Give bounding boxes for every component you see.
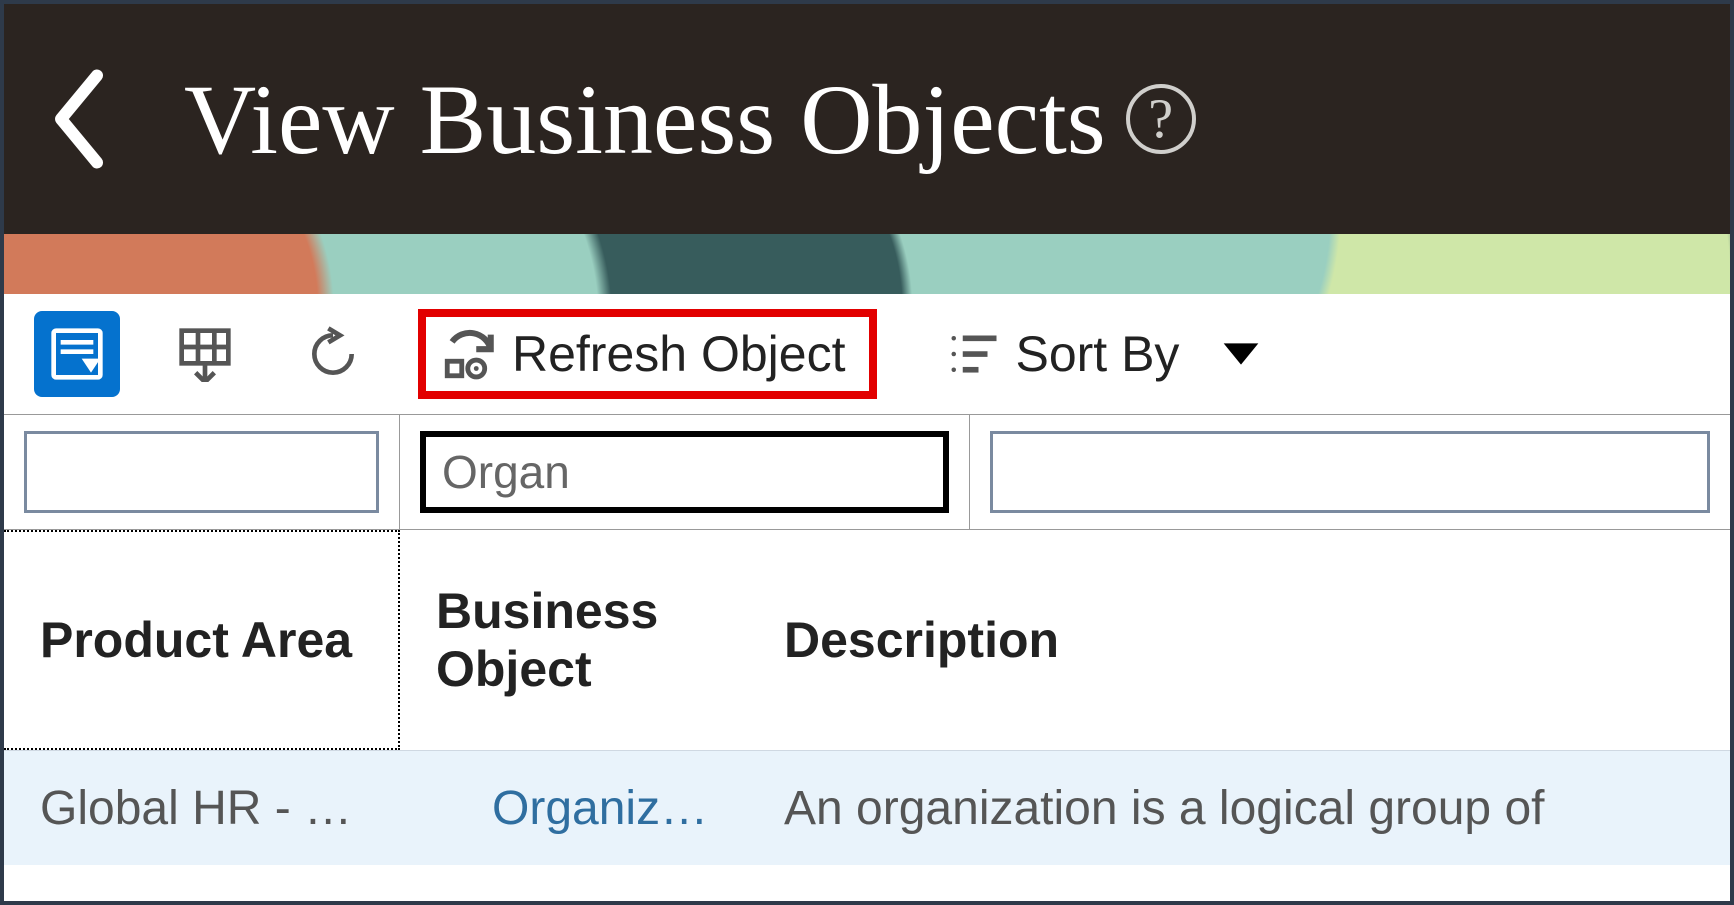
sort-by-button[interactable]: Sort By <box>937 319 1271 389</box>
page-header: View Business Objects ? <box>4 4 1730 234</box>
caret-down-icon <box>1221 340 1261 368</box>
filter-cell-business-object <box>400 415 970 529</box>
help-icon[interactable]: ? <box>1126 84 1196 154</box>
filter-form-icon <box>49 326 105 382</box>
toolbar: Refresh Object Sort By <box>4 294 1730 414</box>
filter-cell-product-area <box>4 415 400 529</box>
cell-description: An organization is a logical group of <box>748 781 1730 836</box>
description-filter-input[interactable] <box>990 431 1710 513</box>
query-by-example-button[interactable] <box>34 311 120 397</box>
back-button[interactable] <box>44 59 114 179</box>
page-title-text: View Business Objects <box>184 62 1106 177</box>
decorative-banner <box>4 234 1730 294</box>
refresh-object-icon <box>440 325 498 383</box>
grid-export-icon <box>177 326 233 382</box>
refresh-object-label: Refresh Object <box>512 325 845 383</box>
column-header-product-area[interactable]: Product Area <box>4 530 400 750</box>
page-title: View Business Objects ? <box>184 62 1196 177</box>
filter-cell-description <box>970 415 1730 529</box>
export-button[interactable] <box>162 311 248 397</box>
column-header-description[interactable]: Description <box>748 530 1730 750</box>
refresh-object-button[interactable]: Refresh Object <box>418 309 877 399</box>
column-header-business-object[interactable]: Business Object <box>400 530 748 750</box>
business-object-filter-input[interactable] <box>420 431 949 513</box>
product-area-filter-input[interactable] <box>24 431 379 513</box>
table-header-row: Product Area Business Object Description <box>4 530 1730 750</box>
sort-icon <box>947 327 1001 381</box>
column-filter-row <box>4 414 1730 530</box>
cell-product-area: Global HR - … <box>4 781 456 836</box>
table-row[interactable]: Global HR - … Organization An organizati… <box>4 750 1730 865</box>
cell-business-object-link[interactable]: Organization <box>456 781 748 836</box>
reset-button[interactable] <box>290 311 376 397</box>
chevron-left-icon <box>49 64 109 174</box>
undo-circle-icon <box>305 326 361 382</box>
sort-by-label: Sort By <box>1015 325 1179 383</box>
